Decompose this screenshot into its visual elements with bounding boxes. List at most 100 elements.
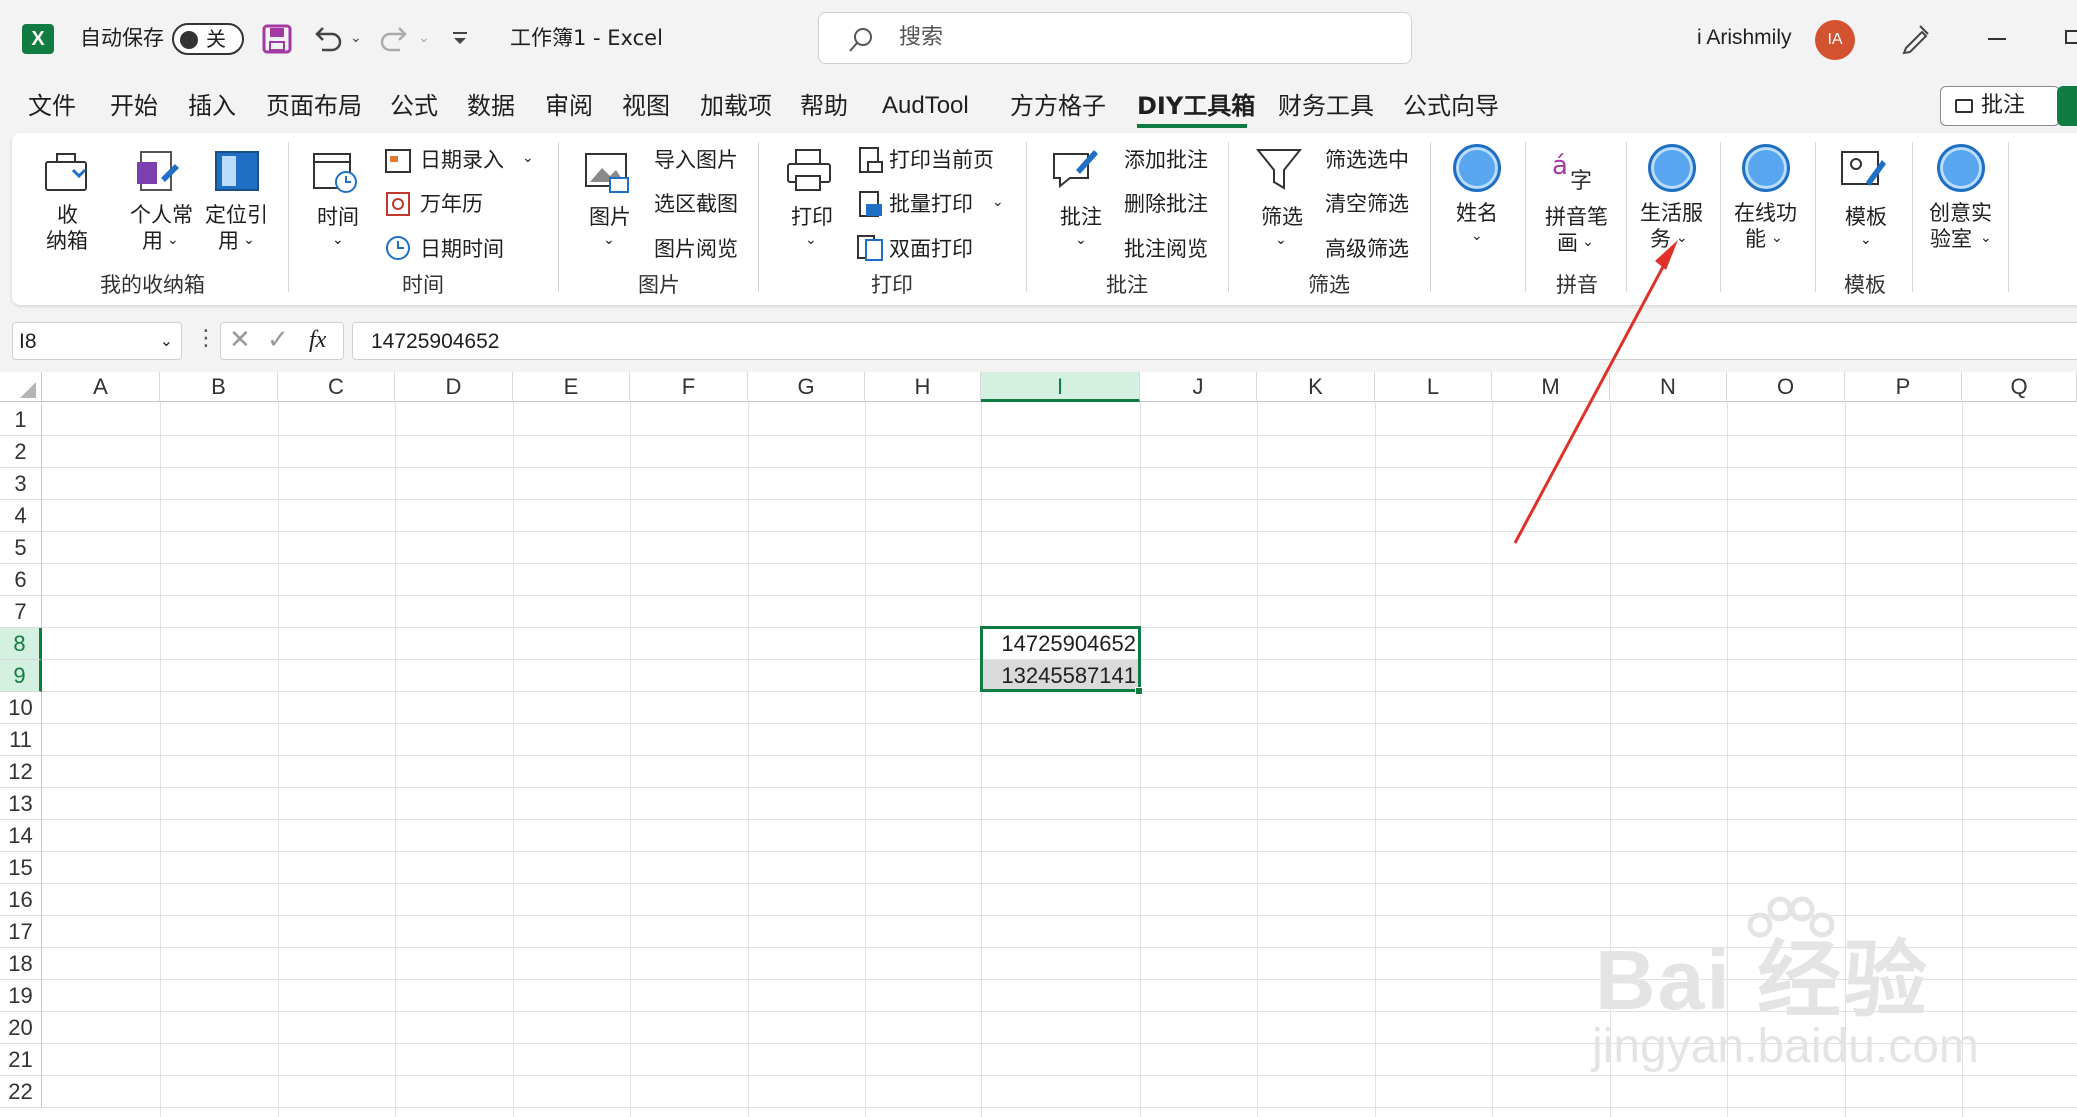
storage-box-button-line2[interactable]: 纳箱 — [46, 228, 88, 254]
row-header-selected[interactable]: 8 — [0, 628, 42, 660]
select-all-corner[interactable] — [0, 372, 42, 402]
online-functions-button[interactable]: 在线功 — [1734, 200, 1797, 226]
menu-view[interactable]: 视图 — [622, 90, 670, 122]
pen-icon[interactable] — [1898, 22, 1932, 56]
column-header[interactable]: P — [1845, 372, 1962, 402]
column-header[interactable]: N — [1610, 372, 1727, 402]
date-entry-chevron-icon[interactable]: ⌄ — [522, 150, 534, 166]
column-header[interactable]: B — [160, 372, 278, 402]
name-box-chevron-icon[interactable]: ⌄ — [160, 323, 173, 359]
redo-icon[interactable] — [378, 22, 412, 56]
creative-lab-chevron-icon[interactable]: ⌄ — [1980, 230, 1992, 246]
row-header[interactable]: 6 — [0, 564, 42, 596]
row-header[interactable]: 14 — [0, 820, 42, 852]
print-chevron-icon[interactable]: ⌄ — [805, 232, 817, 248]
menu-page-layout[interactable]: 页面布局 — [266, 90, 362, 122]
column-header[interactable]: H — [865, 372, 981, 402]
menu-fangfang[interactable]: 方方格子 — [1010, 90, 1106, 122]
row-header[interactable]: 15 — [0, 852, 42, 884]
locate-reference-button-line2[interactable]: 用 — [218, 228, 239, 254]
name-chevron-icon[interactable]: ⌄ — [1471, 228, 1483, 244]
picture-chevron-icon[interactable]: ⌄ — [603, 232, 615, 248]
insert-function-icon[interactable]: fx — [309, 327, 326, 354]
menu-formulas[interactable]: 公式 — [390, 90, 438, 122]
picture-button[interactable]: 图片 — [589, 204, 631, 230]
time-button[interactable]: 时间 — [317, 204, 359, 230]
row-header[interactable]: 18 — [0, 948, 42, 980]
column-header[interactable]: G — [748, 372, 865, 402]
time-chevron-icon[interactable]: ⌄ — [332, 232, 344, 248]
template-button[interactable]: 模板 — [1845, 204, 1887, 230]
column-header[interactable]: O — [1727, 372, 1845, 402]
locate-reference-chevron-icon[interactable]: ⌄ — [243, 232, 255, 248]
column-header[interactable]: F — [630, 372, 748, 402]
batch-print-button[interactable]: 批量打印 — [889, 191, 973, 217]
filter-chevron-icon[interactable]: ⌄ — [1275, 232, 1287, 248]
formula-bar-handle-icon[interactable]: ⋮ — [195, 326, 217, 351]
menu-help[interactable]: 帮助 — [800, 90, 848, 122]
undo-icon[interactable] — [310, 22, 344, 56]
row-header[interactable]: 4 — [0, 500, 42, 532]
comment-button[interactable]: 批注 — [1060, 204, 1102, 230]
filter-selected-button[interactable]: 筛选选中 — [1325, 147, 1409, 173]
row-header[interactable]: 16 — [0, 884, 42, 916]
menu-insert[interactable]: 插入 — [188, 90, 236, 122]
row-header[interactable]: 21 — [0, 1044, 42, 1076]
personal-common-button-line2[interactable]: 用 — [142, 228, 163, 254]
user-name[interactable]: i Arishmily — [1697, 25, 1792, 51]
comment-viewer-button[interactable]: 批注阅览 — [1124, 236, 1208, 262]
menu-addins[interactable]: 加载项 — [700, 90, 772, 122]
name-box[interactable]: I8 ⌄ — [12, 322, 182, 360]
duplex-print-button[interactable]: 双面打印 — [889, 236, 973, 262]
cell-I9[interactable]: 13245587141 — [984, 661, 1136, 691]
menu-diy-toolbox[interactable]: DIY工具箱 — [1137, 90, 1255, 122]
menu-review[interactable]: 审阅 — [545, 90, 593, 122]
column-header[interactable]: D — [395, 372, 513, 402]
menu-formula-wizard[interactable]: 公式向导 — [1403, 90, 1499, 122]
menu-audtool[interactable]: AudTool — [882, 90, 969, 122]
menu-data[interactable]: 数据 — [467, 90, 515, 122]
picture-viewer-button[interactable]: 图片阅览 — [654, 236, 738, 262]
life-services-chevron-icon[interactable]: ⌄ — [1676, 230, 1688, 246]
customize-toolbar-icon[interactable] — [450, 30, 470, 48]
column-header[interactable]: L — [1375, 372, 1492, 402]
clear-filter-button[interactable]: 清空筛选 — [1325, 191, 1409, 217]
row-header[interactable]: 2 — [0, 436, 42, 468]
import-picture-button[interactable]: 导入图片 — [654, 147, 738, 173]
region-screenshot-button[interactable]: 选区截图 — [654, 191, 738, 217]
print-button[interactable]: 打印 — [791, 204, 833, 230]
advanced-filter-button[interactable]: 高级筛选 — [1325, 236, 1409, 262]
row-header-selected[interactable]: 9 — [0, 660, 42, 692]
restore-icon[interactable] — [2065, 30, 2077, 44]
template-chevron-icon[interactable]: ⌄ — [1860, 232, 1872, 248]
menu-finance-tools[interactable]: 财务工具 — [1278, 90, 1374, 122]
date-time-button[interactable]: 日期时间 — [420, 236, 504, 262]
row-header[interactable]: 17 — [0, 916, 42, 948]
column-header[interactable]: J — [1140, 372, 1257, 402]
name-button[interactable]: 姓名 — [1456, 200, 1498, 226]
avatar[interactable]: IA — [1815, 20, 1855, 60]
column-header[interactable]: Q — [1962, 372, 2077, 402]
column-header[interactable]: C — [278, 372, 395, 402]
row-header[interactable]: 12 — [0, 756, 42, 788]
batch-print-chevron-icon[interactable]: ⌄ — [992, 194, 1004, 210]
row-header[interactable]: 1 — [0, 404, 42, 436]
column-header[interactable]: E — [513, 372, 630, 402]
personal-common-button[interactable]: 个人常 — [130, 202, 193, 228]
storage-box-button[interactable]: 收 — [57, 202, 78, 228]
redo-dropdown-chevron-icon[interactable]: ⌄ — [418, 30, 430, 46]
minimize-icon[interactable] — [1988, 38, 2006, 40]
creative-lab-button[interactable]: 创意实 — [1929, 200, 1992, 226]
autosave-toggle[interactable]: 关 — [172, 23, 244, 55]
column-header-selected[interactable]: I — [981, 372, 1140, 402]
row-header[interactable]: 13 — [0, 788, 42, 820]
add-comment-button[interactable]: 添加批注 — [1124, 147, 1208, 173]
menu-home[interactable]: 开始 — [110, 90, 158, 122]
online-functions-button-line2[interactable]: 能 — [1745, 226, 1766, 252]
row-header[interactable]: 5 — [0, 532, 42, 564]
life-services-button-line2[interactable]: 务 — [1650, 226, 1671, 252]
filter-button[interactable]: 筛选 — [1261, 204, 1303, 230]
column-header[interactable]: A — [42, 372, 160, 402]
undo-dropdown-chevron-icon[interactable]: ⌄ — [350, 30, 362, 46]
date-entry-button[interactable]: 日期录入 — [420, 147, 504, 173]
